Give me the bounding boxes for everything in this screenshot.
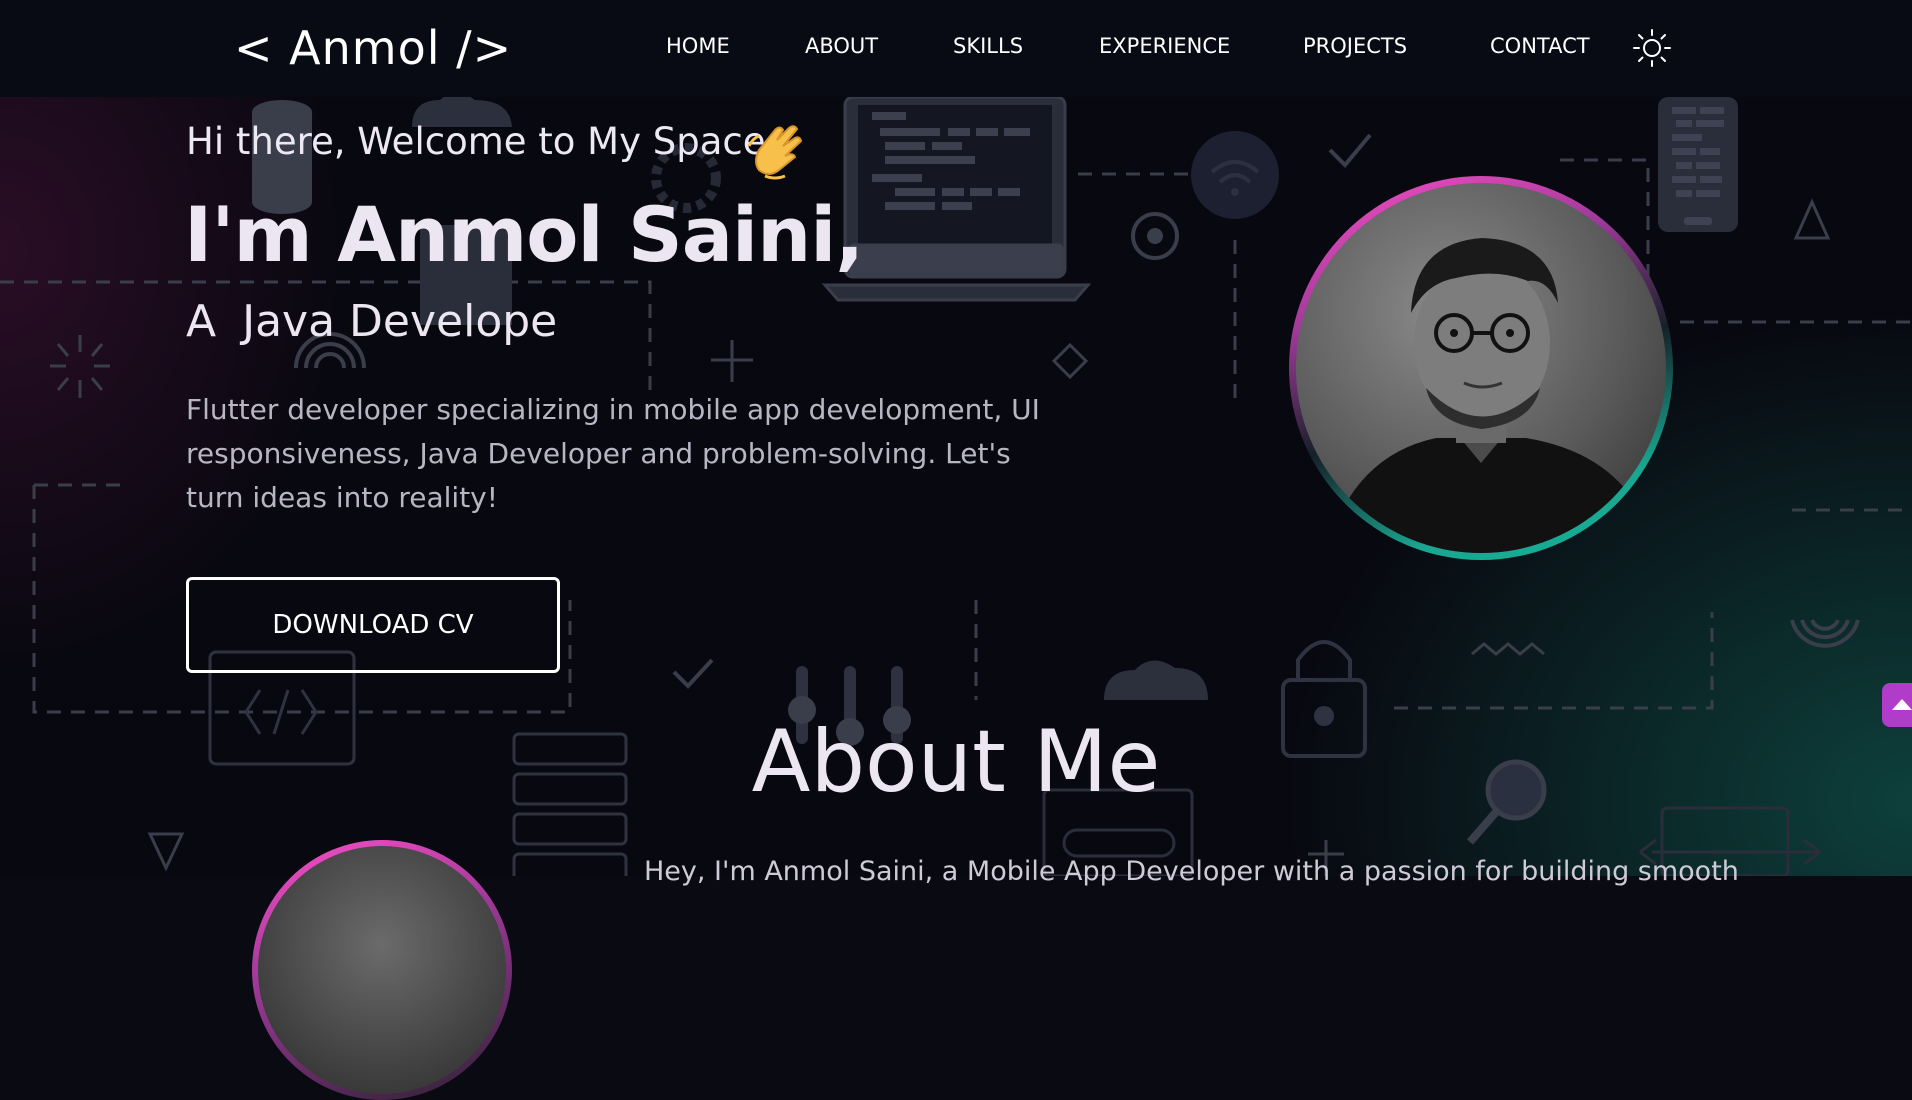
profile-photo-frame (1289, 176, 1673, 560)
hero-role-prefix: A (186, 296, 217, 347)
about-section-title: About Me (751, 712, 1161, 812)
nav-home[interactable]: HOME (666, 34, 730, 58)
profile-photo (1296, 183, 1666, 553)
download-cv-button[interactable]: DOWNLOAD CV (186, 577, 560, 673)
site-logo[interactable]: < Anmol /> (234, 18, 512, 78)
nav-contact[interactable]: CONTACT (1490, 34, 1590, 58)
hero-name: I'm Anmol Saini, (184, 190, 864, 279)
hero-role: A Java Develope (186, 296, 557, 347)
about-intro-text: Hey, I'm Anmol Saini, a Mobile App Devel… (644, 856, 1739, 887)
hero-description: Flutter developer specializing in mobile… (186, 393, 1040, 514)
hero-role-typed: Java Develope (242, 296, 558, 347)
clapping-hands-icon (745, 120, 807, 182)
about-avatar (252, 840, 512, 1100)
navbar: < Anmol /> HOME ABOUT SKILLS EXPERIENCE … (0, 0, 1912, 97)
nav-skills[interactable]: SKILLS (953, 34, 1023, 58)
theme-toggle-button[interactable] (1632, 28, 1672, 68)
sun-icon (1633, 29, 1671, 67)
nav-projects[interactable]: PROJECTS (1303, 34, 1407, 58)
nav-about[interactable]: ABOUT (805, 34, 878, 58)
nav-experience[interactable]: EXPERIENCE (1099, 34, 1230, 58)
hero-greeting: Hi there, Welcome to My Space (186, 120, 766, 163)
